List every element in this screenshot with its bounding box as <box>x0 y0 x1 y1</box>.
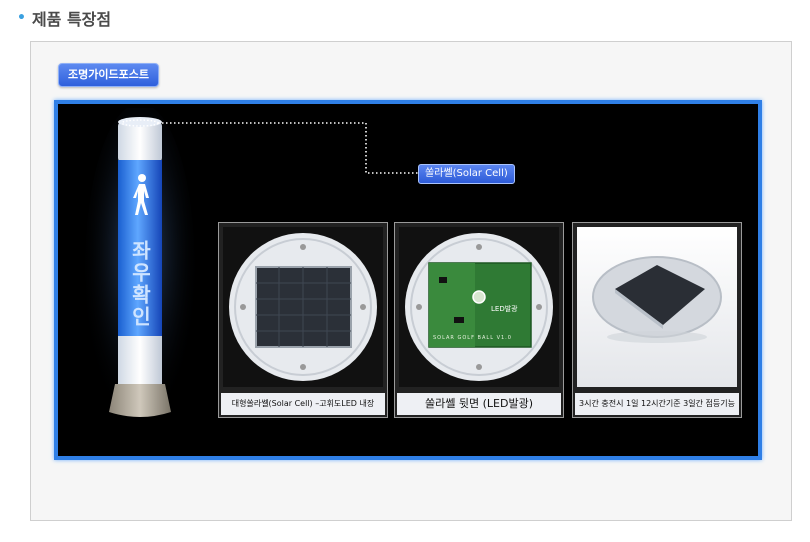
solar-cell-photo <box>223 227 383 387</box>
board-text: SOLAR GOLF BALL V1.0 <box>433 335 512 341</box>
charging-photo <box>577 227 737 387</box>
card-caption: 3시간 충전시 1일 12시간기준 3일간 점등기능 <box>575 393 739 415</box>
solar-back-photo <box>399 227 559 387</box>
feature-card-solar-cell: 대형쏠라쎌(Solar Cell) –고휘도LED 내장 <box>218 222 388 418</box>
led-label: LED발광 <box>491 305 518 313</box>
card-caption: 대형쏠라쎌(Solar Cell) –고휘도LED 내장 <box>221 393 385 415</box>
feature-card-charging: 3시간 충전시 1일 12시간기준 3일간 점등기능 <box>572 222 742 418</box>
solar-cell-callout: 쏠라쎌(Solar Cell) <box>418 164 515 184</box>
feature-card-led-back: LED발광 SOLAR GOLF BALL V1.0 쏠라쎌 뒷면 (LED발광… <box>394 222 564 418</box>
card-caption: 쏠라쎌 뒷면 (LED발광) <box>397 393 561 415</box>
